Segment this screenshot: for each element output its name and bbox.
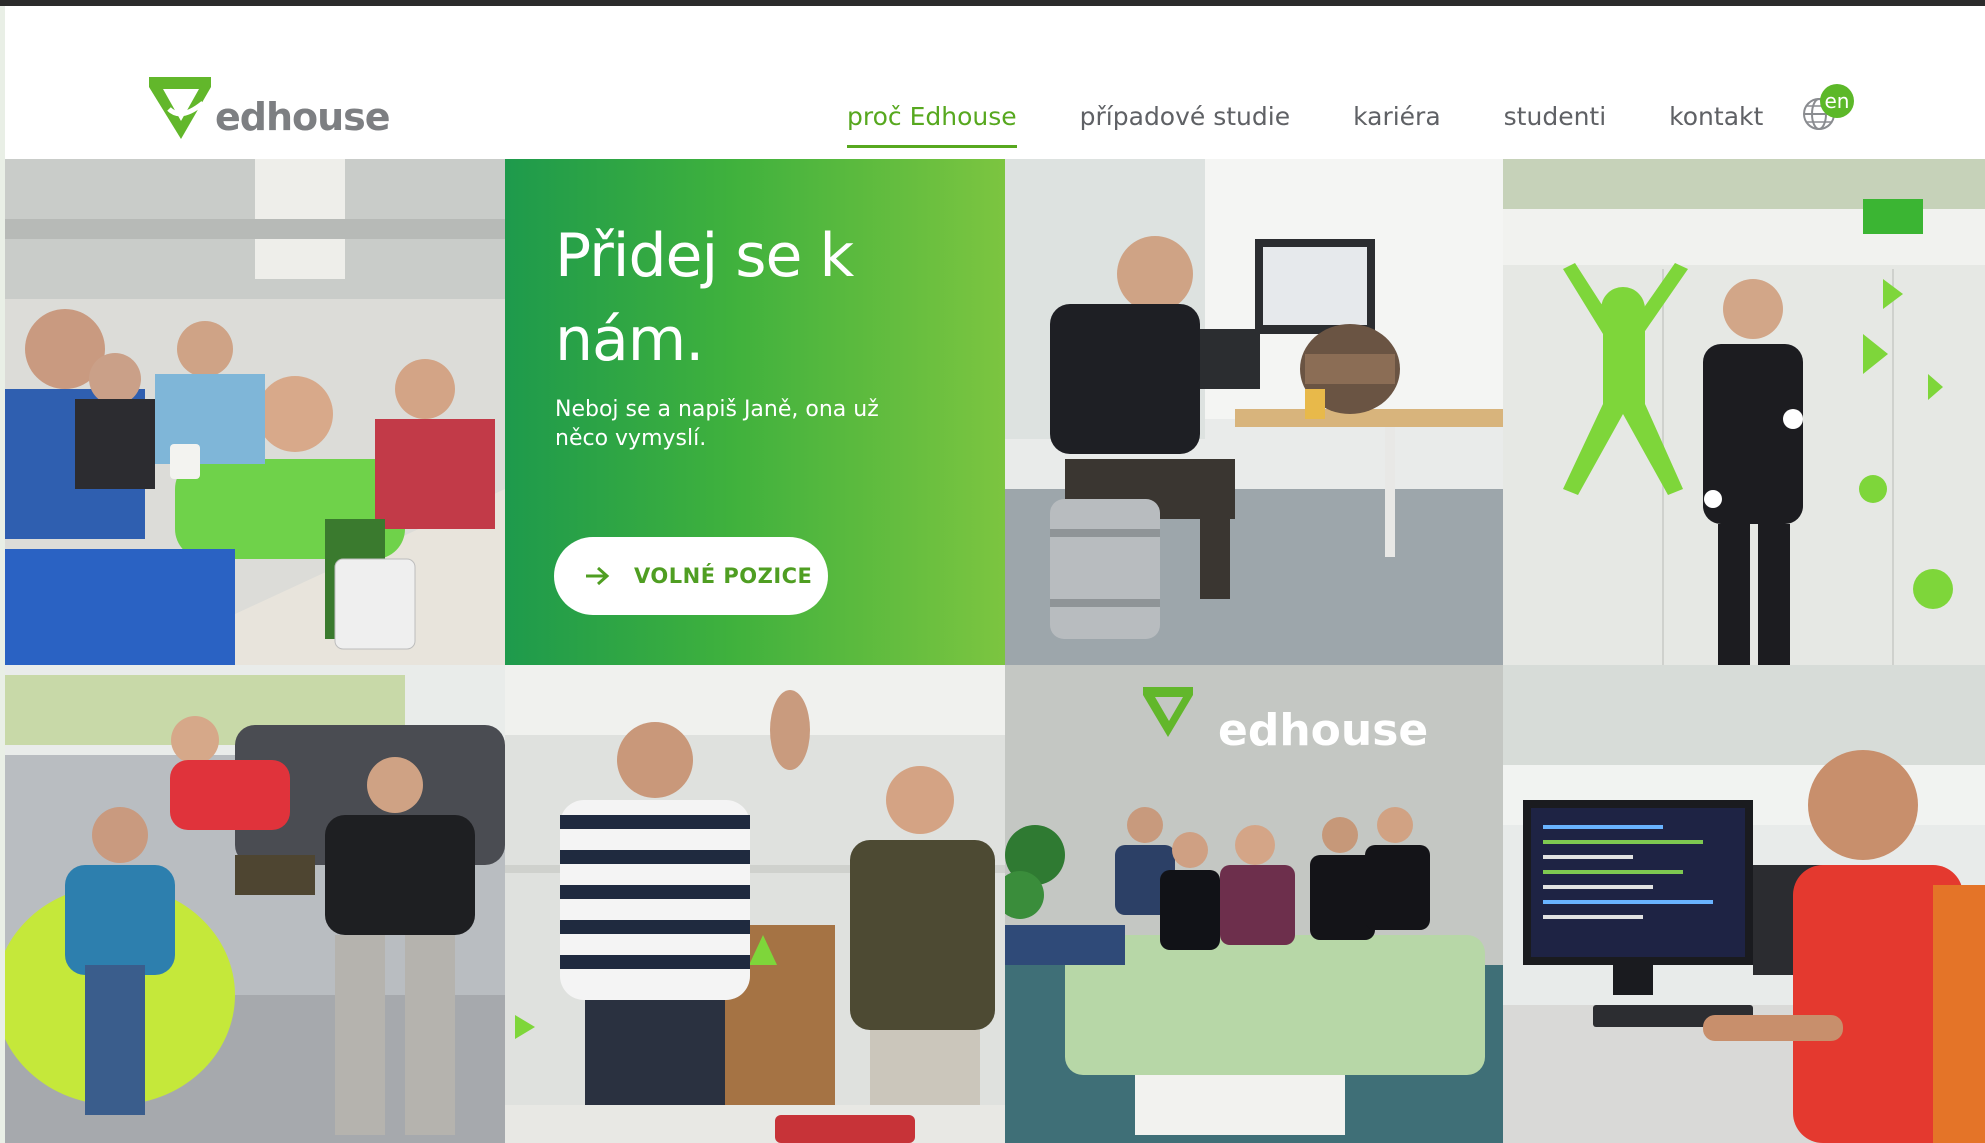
photo-man-on-keg-desk	[1005, 159, 1503, 665]
nav-kariera[interactable]: kariéra	[1353, 102, 1441, 145]
promo-join-us: Přidej se k nám. Neboj se a napiš Janě, …	[505, 159, 1005, 665]
nav-proc-edhouse[interactable]: proč Edhouse	[847, 102, 1017, 148]
promo-title: Přidej se k nám.	[555, 221, 854, 375]
arrow-right-icon	[586, 566, 610, 586]
site-header: edhouse proč Edhouse případové studie ka…	[5, 6, 1985, 159]
photo-meeting-room	[5, 159, 505, 665]
wall-logo-text: edhouse	[1218, 705, 1428, 756]
logo-text: edhouse	[215, 95, 391, 139]
language-switch[interactable]: en	[1798, 80, 1858, 140]
edhouse-logo-mark-icon	[149, 77, 211, 139]
photo-developer-at-computer	[1503, 665, 1985, 1143]
photo-team-on-sofa: edhouse	[1005, 665, 1503, 1143]
open-positions-button[interactable]: VOLNÉ POZICE	[554, 537, 828, 615]
photo-high-five	[505, 665, 1005, 1143]
promo-subtitle: Neboj se a napiš Janě, ona už něco vymys…	[555, 397, 879, 451]
photo-juggler-green-wall	[1503, 159, 1985, 665]
edhouse-logo[interactable]: edhouse	[145, 68, 405, 148]
photo-lounge-beanbag	[5, 665, 505, 1143]
language-badge: en	[1820, 84, 1854, 118]
nav-kontakt[interactable]: kontakt	[1669, 102, 1763, 145]
open-positions-label: VOLNÉ POZICE	[634, 564, 813, 588]
main-nav: proč Edhouse případové studie kariéra st…	[847, 102, 1826, 158]
nav-studenti[interactable]: studenti	[1504, 102, 1607, 145]
nav-pripadove-studie[interactable]: případové studie	[1080, 102, 1290, 145]
